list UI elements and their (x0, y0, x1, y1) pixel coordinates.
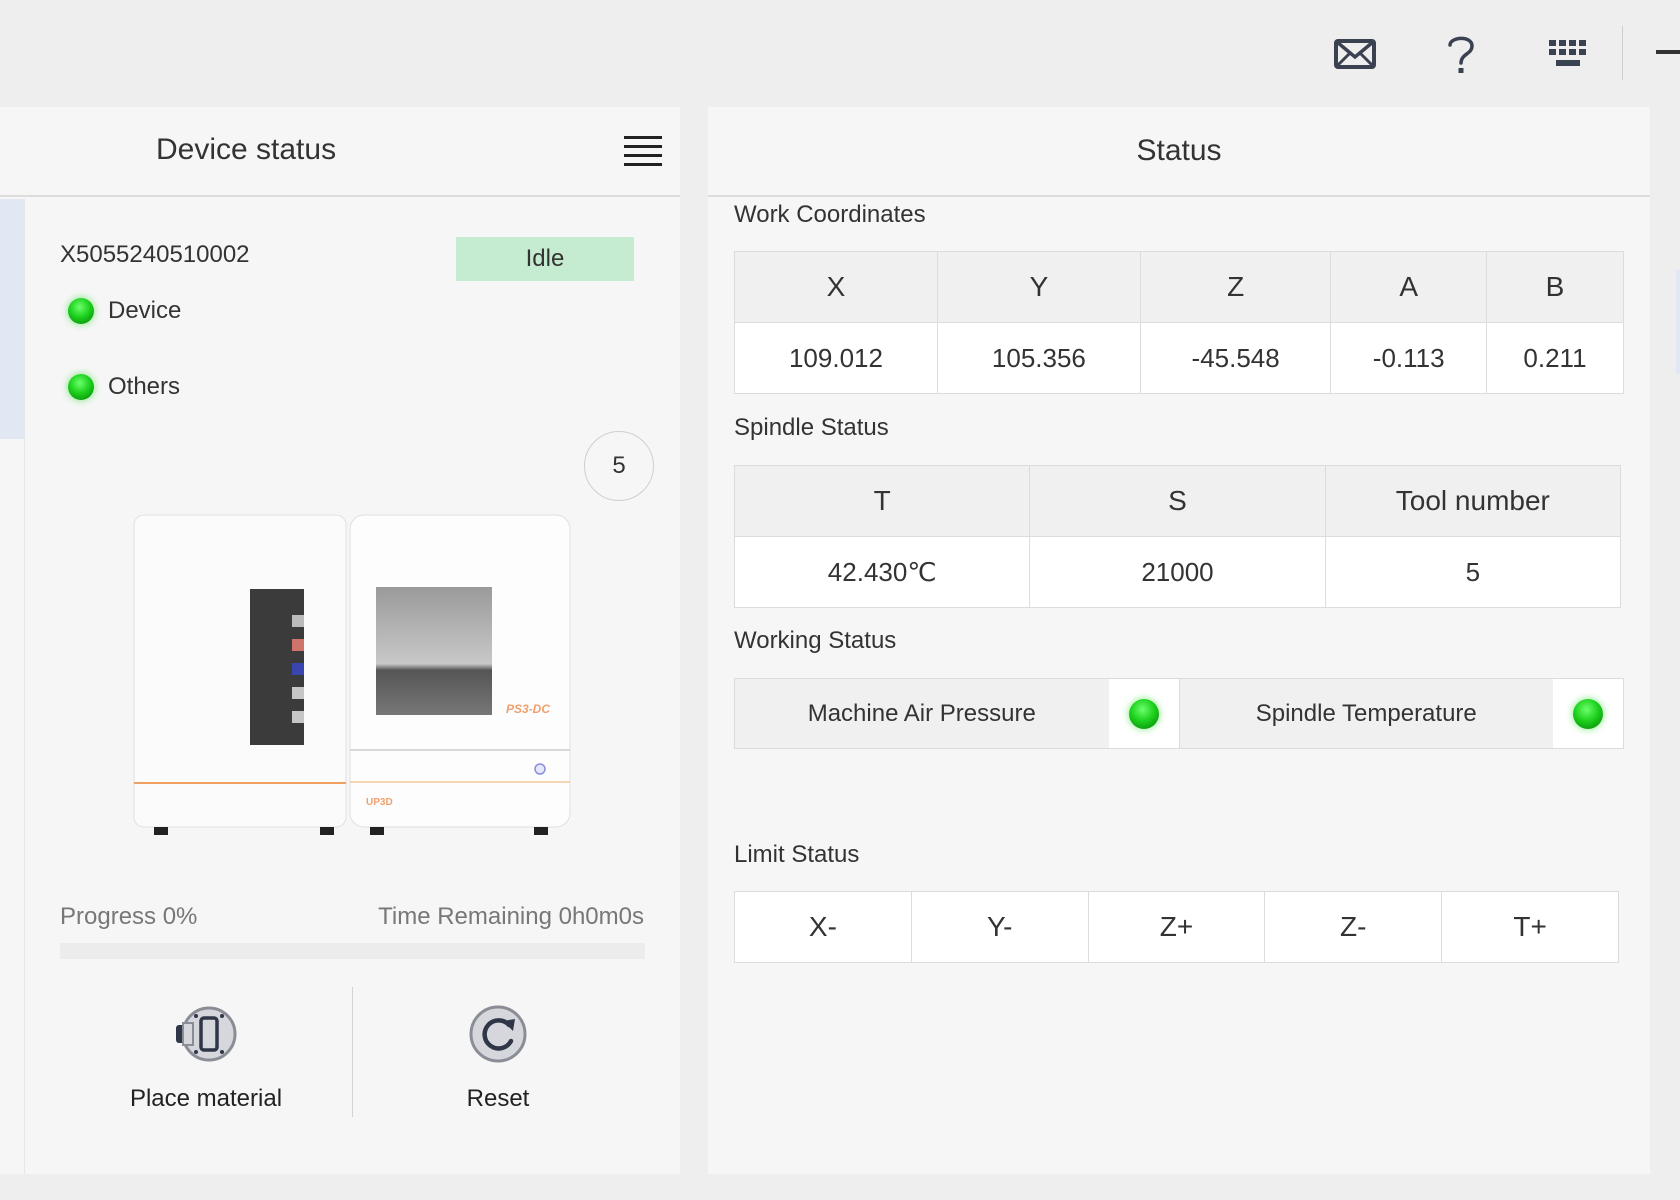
working-status-label: Spindle Temperature (1179, 679, 1553, 748)
indicator-label: Device (108, 297, 182, 324)
limit-item: X- (734, 891, 912, 963)
mail-icon[interactable] (1330, 30, 1380, 78)
status-badge: Idle (456, 237, 634, 281)
reset-icon (469, 1005, 527, 1063)
divider (24, 199, 25, 1174)
spindle-status-table: T S Tool number 42.430℃ 21000 5 (733, 465, 1622, 608)
working-status-item: Machine Air Pressure (735, 679, 1180, 748)
working-status-row: Machine Air Pressure Spindle Temperature (734, 678, 1624, 749)
top-bar (0, 0, 1680, 107)
model-label: PS3-DC (506, 702, 550, 716)
reset-button[interactable]: Reset (368, 1003, 628, 1113)
machine-image: PS3-DC UP3D (133, 514, 571, 835)
coordinate-value: -45.548 (1139, 322, 1332, 394)
device-status-panel: Device status X5055240510002 Idle Device… (0, 107, 680, 1174)
section-title-spindle-status: Spindle Status (734, 414, 889, 441)
coordinate-value: -0.113 (1330, 322, 1487, 394)
spindle-value: 21000 (1029, 536, 1326, 608)
limit-status-table: X- Y- Z+ Z- T+ (734, 891, 1619, 963)
machine-left-body (133, 514, 347, 828)
work-coordinates-table: X Y Z A B 109.012 105.356 -45.548 -0.113… (734, 251, 1625, 394)
panel-title: Device status (156, 133, 337, 166)
power-button-icon (534, 763, 546, 775)
column-header: Y (936, 251, 1141, 323)
column-header: X (734, 251, 938, 323)
status-led-icon (68, 374, 94, 400)
table-header-row: T S Tool number (733, 465, 1622, 537)
limit-item: Z+ (1087, 891, 1266, 963)
side-tab-strip[interactable] (0, 199, 24, 439)
action-label: Reset (466, 1085, 530, 1112)
status-led-icon (1573, 698, 1603, 729)
section-title-work-coordinates: Work Coordinates (734, 201, 926, 228)
menu-icon[interactable] (624, 133, 662, 169)
action-label: Place material (129, 1085, 283, 1112)
column-header: S (1029, 465, 1326, 537)
help-icon[interactable] (1436, 30, 1486, 78)
limit-item: Z- (1264, 891, 1443, 963)
table-header-row: X Y Z A B (734, 251, 1625, 323)
status-led-icon (68, 298, 94, 324)
column-header: T (733, 465, 1031, 537)
column-header: A (1330, 251, 1487, 323)
coordinate-value: 109.012 (734, 322, 938, 394)
limit-item: T+ (1441, 891, 1619, 963)
progress-label: Progress 0% (60, 903, 198, 930)
working-status-item: Spindle Temperature (1179, 679, 1623, 748)
table-row: 42.430℃ 21000 5 (733, 536, 1622, 608)
coordinate-value: 105.356 (936, 322, 1141, 394)
brand-label: UP3D (366, 797, 393, 808)
milling-window (376, 587, 492, 715)
table-row: X- Y- Z+ Z- T+ (734, 891, 1619, 963)
time-remaining: Time Remaining 0h0m0s (378, 903, 644, 930)
column-header: B (1485, 251, 1625, 323)
section-title-working-status: Working Status (734, 627, 897, 654)
indicator-label: Others (108, 373, 181, 400)
section-title-limit-status: Limit Status (734, 841, 860, 868)
indicator-others: Others (68, 373, 180, 401)
toolbar-divider (1622, 26, 1623, 80)
device-serial: X5055240510002 (60, 241, 250, 268)
working-status-label: Machine Air Pressure (735, 679, 1109, 748)
progress-bar (60, 943, 645, 959)
status-led-icon (1128, 698, 1159, 729)
table-row: 109.012 105.356 -45.548 -0.113 0.211 (734, 322, 1625, 394)
minimize-icon[interactable] (1656, 50, 1680, 54)
status-header: Status (708, 107, 1650, 197)
limit-item: Y- (910, 891, 1089, 963)
action-divider (352, 987, 353, 1117)
column-header: Tool number (1324, 465, 1622, 537)
place-material-icon (176, 1006, 237, 1062)
column-header: Z (1139, 251, 1332, 323)
spindle-value: 42.430℃ (733, 536, 1031, 608)
tool-count-badge[interactable]: 5 (584, 431, 654, 501)
keyboard-icon[interactable] (1543, 30, 1593, 78)
spindle-value: 5 (1324, 536, 1622, 608)
side-tab-strip-right[interactable] (1676, 270, 1680, 374)
coordinate-value: 0.211 (1485, 322, 1625, 394)
panel-title: Status (1136, 134, 1222, 167)
device-status-header: Device status (0, 107, 680, 197)
indicator-device: Device (68, 297, 181, 325)
place-material-button[interactable]: Place material (76, 1003, 336, 1113)
status-panel: Status Work Coordinates X Y Z A B 109.01… (708, 107, 1650, 1174)
